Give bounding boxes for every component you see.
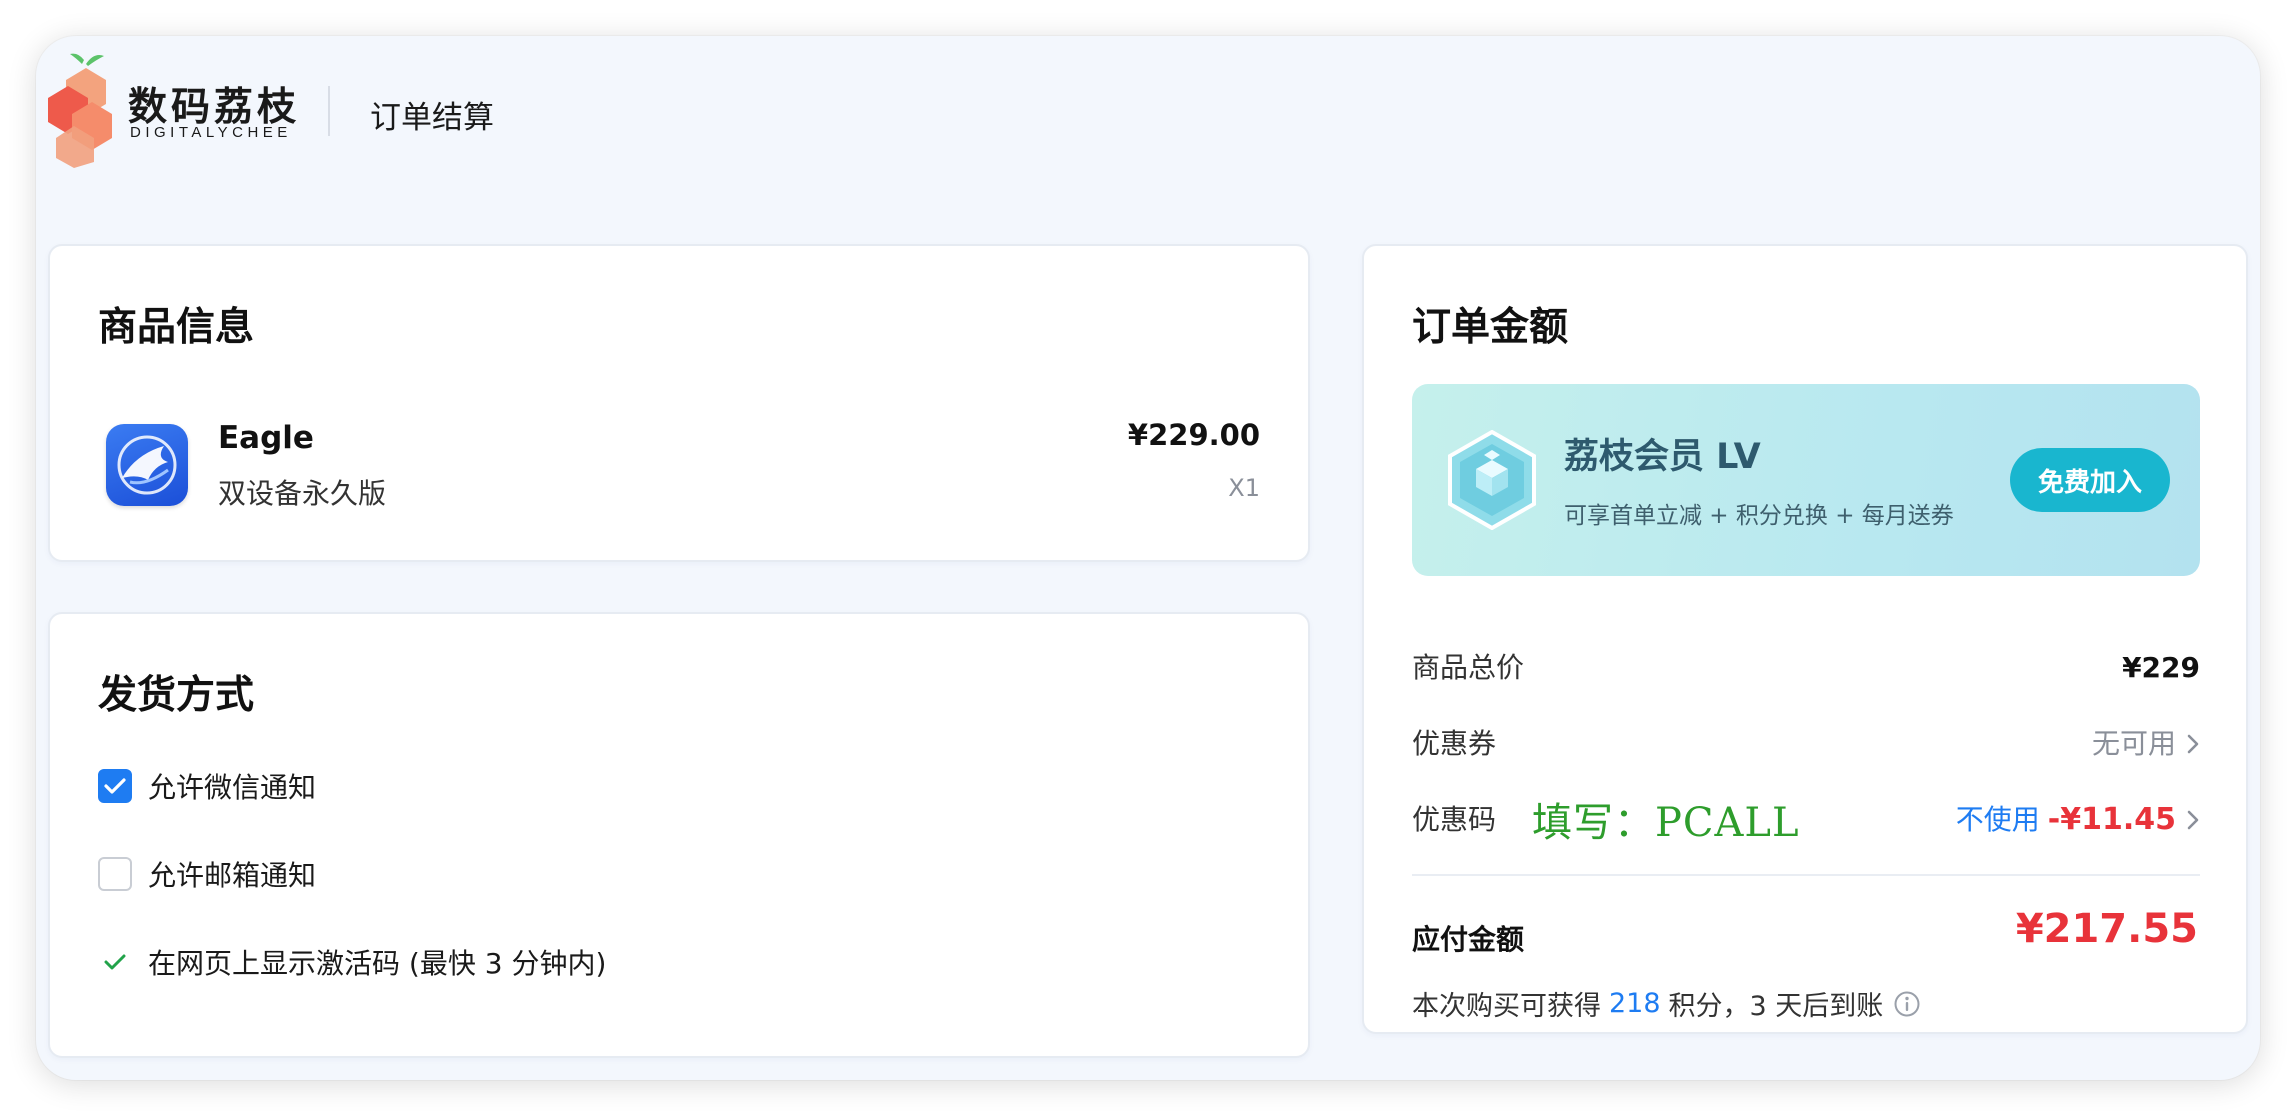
- checkout-window: 数码荔枝 DIGITALYCHEE 订单结算 商品信息 Eagle 双设备永久版…: [36, 36, 2260, 1080]
- join-membership-button[interactable]: 免费加入: [2010, 448, 2170, 512]
- product-quantity: X1: [1228, 474, 1260, 502]
- wechat-notify-option[interactable]: 允许微信通知: [98, 766, 316, 806]
- brand-subtitle: DIGITALYCHEE: [130, 124, 292, 141]
- product-info-card: 商品信息 Eagle 双设备永久版 ¥229.00 X1: [48, 244, 1310, 562]
- promo-code-selector[interactable]: 不使用 -¥11.45: [1956, 798, 2200, 842]
- header-divider: [328, 86, 330, 136]
- order-amount-card: 订单金额 荔枝会员 LV 可享首单立减 + 积分兑换 + 每月送券 免费加入 商…: [1362, 244, 2248, 1034]
- page-title: 订单结算: [370, 100, 494, 136]
- eagle-icon: [117, 435, 177, 495]
- points-prefix: 本次购买可获得: [1412, 991, 1601, 1022]
- subtotal-value: ¥229: [2122, 651, 2200, 684]
- promo-code-annotation: 填写：PCALL: [1532, 800, 1800, 846]
- product-price: ¥229.00: [1127, 418, 1260, 452]
- check-icon: [104, 954, 126, 970]
- product-name[interactable]: Eagle: [218, 420, 314, 456]
- amount-due-label: 应付金额: [1412, 923, 1525, 956]
- divider: [1412, 874, 2200, 876]
- web-activation-option[interactable]: 在网页上显示激活码 (最快 3 分钟内): [98, 942, 606, 982]
- subtotal-row: 商品总价 ¥229: [1412, 646, 2200, 690]
- chevron-right-icon: [2187, 734, 2199, 754]
- delivery-method-card: 发货方式 允许微信通知 允许邮箱通知 在网页上显示激活码 (最快 3 分钟内): [48, 612, 1310, 1058]
- chevron-right-icon: [2187, 810, 2199, 830]
- points-info: 本次购买可获得 218 积分，3 天后到账: [1412, 984, 1921, 1023]
- promo-code-label: 优惠码: [1412, 803, 1497, 836]
- amount-due-value: ¥217.55: [2015, 906, 2198, 952]
- promo-discount: -¥11.45: [2047, 802, 2176, 837]
- product-info-title: 商品信息: [98, 305, 255, 350]
- coupon-selector[interactable]: 无可用: [2092, 722, 2200, 766]
- web-activation-check[interactable]: [98, 945, 132, 979]
- points-value: 218: [1609, 988, 1661, 1019]
- order-amount-title: 订单金额: [1412, 305, 1569, 350]
- points-suffix: 积分，3 天后到账: [1668, 991, 1884, 1022]
- wechat-notify-checkbox[interactable]: [98, 769, 132, 803]
- membership-banner: 荔枝会员 LV 可享首单立减 + 积分兑换 + 每月送券 免费加入: [1412, 384, 2200, 576]
- email-notify-option[interactable]: 允许邮箱通知: [98, 854, 316, 894]
- email-notify-label: 允许邮箱通知: [148, 859, 317, 892]
- coupon-row[interactable]: 优惠券 无可用: [1412, 722, 2200, 766]
- coupon-label: 优惠券: [1412, 727, 1497, 760]
- subtotal-label: 商品总价: [1412, 651, 1525, 684]
- coupon-value: 无可用: [2091, 727, 2176, 760]
- info-icon[interactable]: [1893, 990, 1921, 1018]
- promo-code-row[interactable]: 优惠码 填写：PCALL 不使用 -¥11.45: [1412, 798, 2200, 846]
- web-activation-label: 在网页上显示激活码 (最快 3 分钟内): [148, 947, 607, 980]
- eagle-app-icon: [106, 424, 188, 506]
- product-variant: 双设备永久版: [218, 477, 387, 510]
- membership-description: 可享首单立减 + 积分兑换 + 每月送券: [1564, 503, 1954, 529]
- header: 数码荔枝 DIGITALYCHEE 订单结算: [36, 36, 2260, 186]
- promo-code-action[interactable]: 不使用: [1956, 798, 2040, 842]
- wechat-notify-label: 允许微信通知: [148, 771, 317, 804]
- email-notify-checkbox[interactable]: [98, 857, 132, 891]
- check-icon: [104, 778, 126, 794]
- delivery-method-title: 发货方式: [98, 673, 255, 718]
- membership-title: 荔枝会员 LV: [1564, 437, 1761, 477]
- member-cube-icon: [1448, 430, 1536, 530]
